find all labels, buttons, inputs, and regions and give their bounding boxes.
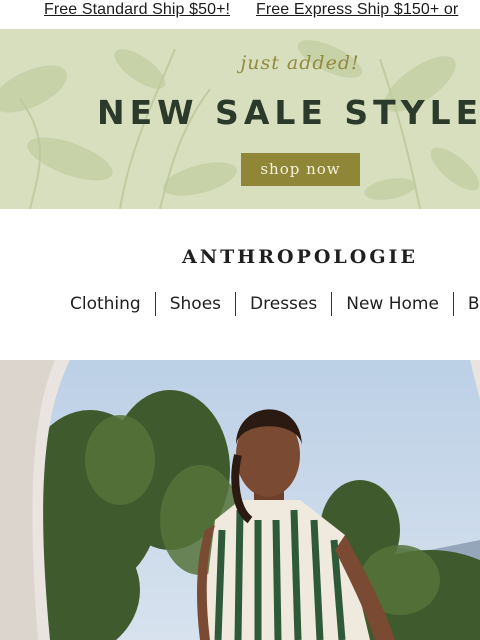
nav-item-truncated[interactable]: B	[454, 291, 480, 317]
sale-banner[interactable]: just added! NEW SALE STYLES shop now	[0, 29, 480, 209]
nav-item-shoes[interactable]: Shoes	[156, 291, 235, 317]
banner-kicker: just added!	[240, 52, 360, 74]
banner-headline: NEW SALE STYLES	[97, 93, 480, 132]
free-standard-ship-link[interactable]: Free Standard Ship $50+!	[44, 1, 230, 19]
nav-item-dresses[interactable]: Dresses	[236, 291, 331, 317]
free-express-ship-link[interactable]: Free Express Ship $150+ or	[256, 1, 458, 19]
shipping-promo-bar: Free Standard Ship $50+! Free Express Sh…	[0, 0, 480, 29]
nav-item-clothing[interactable]: Clothing	[56, 291, 155, 317]
hero-illustration	[0, 360, 480, 640]
brand-logo[interactable]: ANTHROPOLOGIE	[0, 246, 480, 268]
category-nav: Clothing Shoes Dresses New Home B	[56, 291, 480, 317]
nav-item-new-home[interactable]: New Home	[332, 291, 453, 317]
shop-now-button[interactable]: shop now	[241, 153, 360, 186]
hero-image[interactable]	[0, 360, 480, 640]
